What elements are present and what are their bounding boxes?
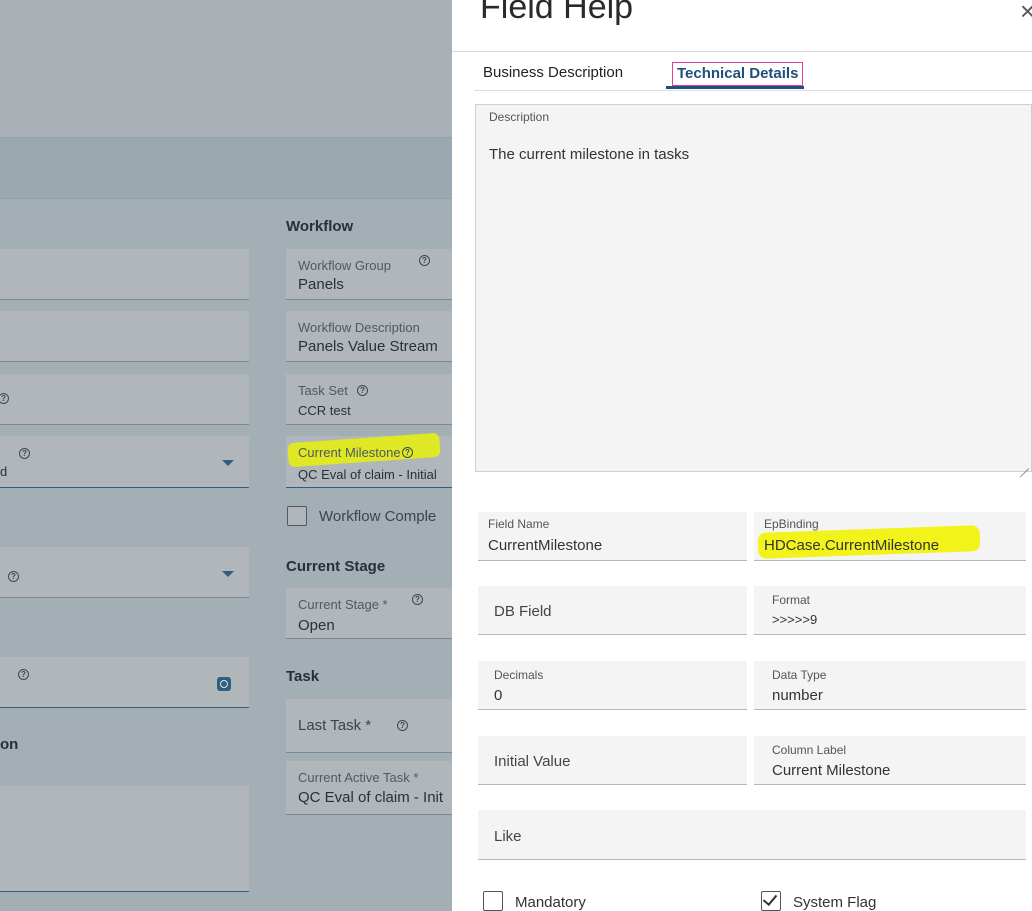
- field-name-label: Field Name: [488, 517, 550, 531]
- format-label: Format: [772, 593, 811, 607]
- last-task-label: Last Task *: [298, 717, 372, 734]
- ep-binding-value: HDCase.CurrentMilestone: [764, 537, 940, 554]
- title-divider: [452, 51, 1032, 52]
- system-flag-label: System Flag: [793, 894, 877, 911]
- current-stage-section-title: Current Stage: [286, 558, 386, 575]
- system-flag-checkbox[interactable]: [761, 890, 781, 911]
- format-value: >>>>>9: [772, 612, 818, 627]
- current-stage-label: Current Stage *: [298, 597, 388, 612]
- workflow-group-label: Workflow Group: [298, 258, 391, 273]
- current-stage-field: Current Stage * ? Open: [286, 588, 452, 639]
- current-milestone-field: Current Milestone ? QC Eval of claim - I…: [286, 432, 452, 488]
- tab-technical-details[interactable]: Technical Details: [672, 62, 804, 86]
- task-section-title: Task: [286, 668, 320, 685]
- data-type-value: number: [772, 687, 823, 704]
- like-input[interactable]: Like: [478, 810, 1026, 860]
- like-placeholder: Like: [494, 828, 522, 845]
- current-milestone-value: QC Eval of claim - Initial: [298, 467, 437, 482]
- help-icon: ?: [18, 669, 29, 680]
- left-field-1: [0, 249, 249, 300]
- left-section-title: on: [0, 736, 19, 753]
- description-textarea[interactable]: Description The current milestone in tas…: [475, 104, 1032, 472]
- active-tab-indicator: [666, 86, 804, 89]
- background-header: [0, 0, 452, 137]
- workflow-complete-checkbox: [287, 506, 307, 526]
- help-icon: ?: [412, 594, 423, 605]
- chevron-down-icon: [222, 460, 234, 466]
- left-field-2: [0, 311, 249, 362]
- db-field-placeholder: DB Field: [494, 603, 552, 620]
- task-set-field: Task Set ? CCR test: [286, 374, 452, 425]
- task-set-value: CCR test: [298, 403, 351, 418]
- background-band: [0, 137, 452, 199]
- last-task-field: Last Task * ?: [286, 699, 452, 753]
- field-help-panel: Field Help × Business Description Techni…: [452, 0, 1032, 911]
- column-label-label: Column Label: [772, 743, 847, 757]
- mandatory-checkbox[interactable]: [483, 891, 503, 911]
- background-form: ? ? d ? ? on Workflow Workflow Group ? P…: [0, 0, 452, 911]
- help-icon: ?: [0, 393, 9, 404]
- workflow-description-label: Workflow Description: [298, 320, 420, 335]
- description-label: Description: [489, 110, 550, 124]
- current-milestone-label: Current Milestone: [298, 445, 401, 460]
- workflow-description-field: Workflow Description Panels Value Stream: [286, 311, 452, 362]
- decimals-value: 0: [494, 687, 503, 704]
- help-icon: ?: [19, 448, 30, 459]
- column-label-value: Current Milestone: [772, 762, 891, 779]
- close-icon[interactable]: ×: [1020, 0, 1032, 27]
- initial-value-placeholder: Initial Value: [494, 753, 571, 770]
- initial-value-input[interactable]: Initial Value: [478, 736, 747, 785]
- ep-binding-field[interactable]: EpBinding HDCase.CurrentMilestone: [754, 512, 1026, 561]
- chevron-down-icon: [222, 571, 234, 577]
- mandatory-label: Mandatory: [515, 894, 586, 911]
- current-stage-value: Open: [298, 617, 335, 634]
- ep-binding-label: EpBinding: [764, 517, 819, 531]
- current-active-task-value: QC Eval of claim - Init: [298, 789, 444, 806]
- workflow-group-value: Panels: [298, 276, 344, 293]
- help-icon: ?: [397, 720, 408, 731]
- left-field-3: ?: [0, 374, 249, 425]
- left-dropdown-2: ?: [0, 547, 249, 598]
- left-dropdown-1: ? d: [0, 436, 249, 488]
- field-name-value: CurrentMilestone: [488, 537, 603, 554]
- data-type-field[interactable]: Data Type number: [754, 661, 1026, 710]
- current-active-task-label: Current Active Task *: [298, 770, 419, 785]
- left-partial-value: d: [0, 464, 8, 479]
- help-icon: ?: [419, 255, 430, 266]
- format-field[interactable]: Format >>>>>9: [754, 586, 1026, 635]
- task-set-label: Task Set: [298, 383, 348, 398]
- data-type-label: Data Type: [772, 668, 827, 682]
- left-textarea: [0, 786, 249, 892]
- left-search-field: ?: [0, 657, 249, 708]
- help-icon: ?: [8, 571, 19, 582]
- workflow-group-field: Workflow Group ? Panels: [286, 249, 452, 300]
- checkmark-icon: [762, 890, 778, 907]
- search-icon: [217, 677, 231, 691]
- decimals-label: Decimals: [494, 668, 544, 682]
- tab-business-description[interactable]: Business Description: [483, 64, 623, 81]
- workflow-complete-label: Workflow Comple: [319, 508, 437, 525]
- help-icon: ?: [402, 447, 413, 458]
- help-icon: ?: [357, 385, 368, 396]
- decimals-field[interactable]: Decimals 0: [478, 661, 747, 710]
- description-text: The current milestone in tasks: [489, 146, 690, 163]
- current-active-task-field: Current Active Task * QC Eval of claim -…: [286, 761, 452, 815]
- workflow-section-title: Workflow: [286, 218, 354, 235]
- panel-title: Field Help: [480, 0, 634, 26]
- field-name-field[interactable]: Field Name CurrentMilestone: [478, 512, 747, 561]
- column-label-field[interactable]: Column Label Current Milestone: [754, 736, 1026, 785]
- workflow-description-value: Panels Value Stream: [298, 338, 438, 355]
- resize-handle-icon[interactable]: [1019, 459, 1029, 469]
- db-field-input[interactable]: DB Field: [478, 586, 747, 635]
- tabs-divider: [474, 90, 1032, 91]
